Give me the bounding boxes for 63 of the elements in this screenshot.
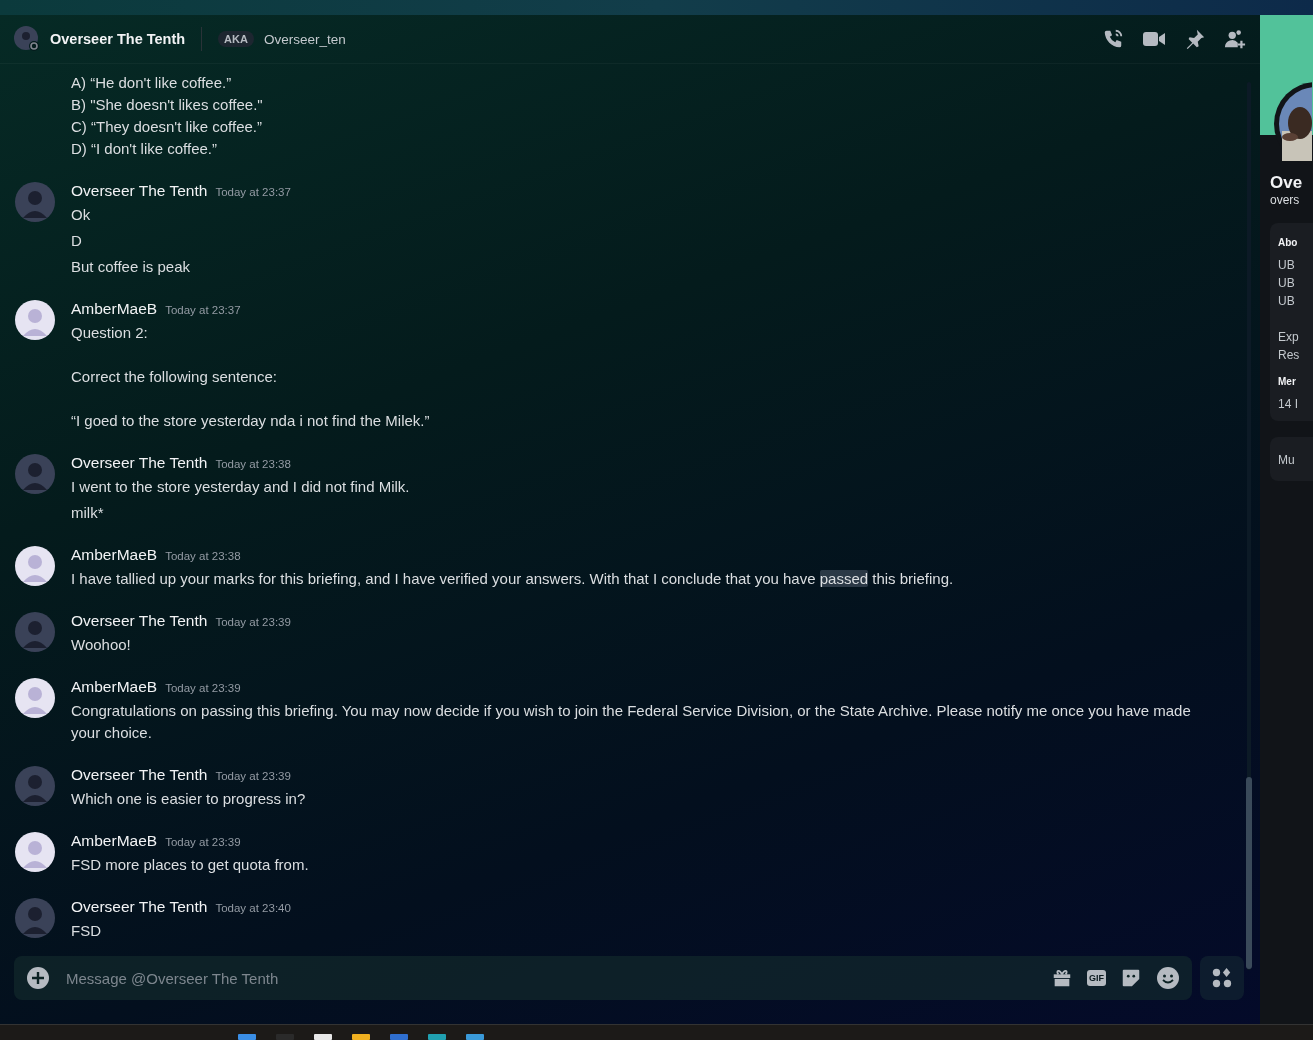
gif-button[interactable]: GIF (1087, 970, 1106, 986)
avatar[interactable] (15, 678, 55, 718)
message-text: Which one is easier to progress in? (71, 789, 306, 809)
message-text: D (71, 231, 83, 251)
message-text: A) “He don't like coffee.” B) "She doesn't likes coffee." C) “They doesn't like coffee.” D) “I don't like coffee.” (71, 73, 263, 159)
member-since: 14 I (1278, 396, 1299, 413)
gift-icon[interactable] (1051, 967, 1073, 989)
aka-badge: AKA (218, 31, 254, 47)
message-text: Ok (71, 205, 92, 225)
avatar[interactable] (15, 832, 55, 872)
author-name[interactable]: Overseer The Tenth (71, 182, 208, 200)
section-title: Mer (1278, 376, 1297, 387)
add-icon[interactable] (26, 966, 50, 990)
author-name[interactable]: AmberMaeB (71, 300, 158, 318)
about-text: UB (1278, 275, 1296, 292)
profile-handle: overs (1269, 193, 1301, 207)
mutual-label: Mu (1278, 452, 1296, 469)
timestamp: Today at 23:39 (165, 836, 241, 848)
timestamp: Today at 23:39 (215, 616, 291, 628)
message-text: I have tallied up your marks for this briefing, and I have verified your answers. With that I conclude that you have passed this briefing. (71, 569, 954, 589)
timestamp: Today at 23:37 (165, 304, 241, 316)
message-text: FSD more places to get quota from. (71, 855, 309, 875)
about-text: Res (1278, 347, 1301, 364)
scrollbar[interactable] (1246, 82, 1252, 970)
message-text: Congratulations on passing this briefing. You may now decide if you wish to join the Federal Service Division, or the State Archive. Please notify me once you have made your choice. (71, 701, 1192, 743)
sticker-icon[interactable] (1120, 967, 1142, 989)
timestamp: Today at 23:39 (215, 770, 291, 782)
message-text: FSD (71, 921, 102, 941)
message-text: milk* (71, 503, 105, 523)
apps-button[interactable] (1200, 956, 1244, 1000)
emoji-icon[interactable] (1156, 966, 1180, 990)
phone-icon[interactable] (1102, 28, 1124, 50)
author-name[interactable]: Overseer The Tenth (71, 766, 208, 784)
section-title: Abo (1278, 237, 1299, 248)
timestamp: Today at 23:37 (215, 186, 291, 198)
pin-icon[interactable] (1184, 28, 1206, 50)
profile-name: Ove (1269, 173, 1304, 193)
timestamp: Today at 23:40 (215, 902, 291, 914)
about-text: Exp (1278, 329, 1300, 346)
apps-icon (1211, 967, 1233, 989)
mutual-card[interactable]: Mu (1270, 437, 1313, 481)
message-text: I went to the store yesterday and I did not find Milk. (71, 477, 410, 497)
message-text: But coffee is peak (71, 257, 191, 277)
add-friend-icon[interactable] (1224, 28, 1246, 50)
message-field[interactable]: Message @Overseer The Tenth GIF (14, 956, 1192, 1000)
timestamp: Today at 23:39 (165, 682, 241, 694)
video-camera-icon[interactable] (1142, 29, 1166, 49)
author-name[interactable]: AmberMaeB (71, 546, 158, 564)
author-name[interactable]: AmberMaeB (71, 678, 158, 696)
about-text: UB (1278, 293, 1296, 310)
message-text: Woohoo! (71, 635, 132, 655)
message-text: Question 2: Correct the following sentence: “I goed to the store yesterday nda i not find the Milek.” (71, 323, 430, 431)
author-name[interactable]: Overseer The Tenth (71, 612, 208, 630)
timestamp: Today at 23:38 (215, 458, 291, 470)
avatar[interactable] (15, 546, 55, 586)
author-name[interactable]: AmberMaeB (71, 832, 158, 850)
author-name[interactable]: Overseer The Tenth (71, 454, 208, 472)
username: Overseer_ten (263, 31, 346, 47)
timestamp: Today at 23:38 (165, 550, 241, 562)
user-name: Overseer The Tenth (50, 31, 186, 47)
avatar[interactable] (15, 300, 55, 340)
about-text: UB (1278, 257, 1296, 274)
author-name[interactable]: Overseer The Tenth (71, 898, 208, 916)
